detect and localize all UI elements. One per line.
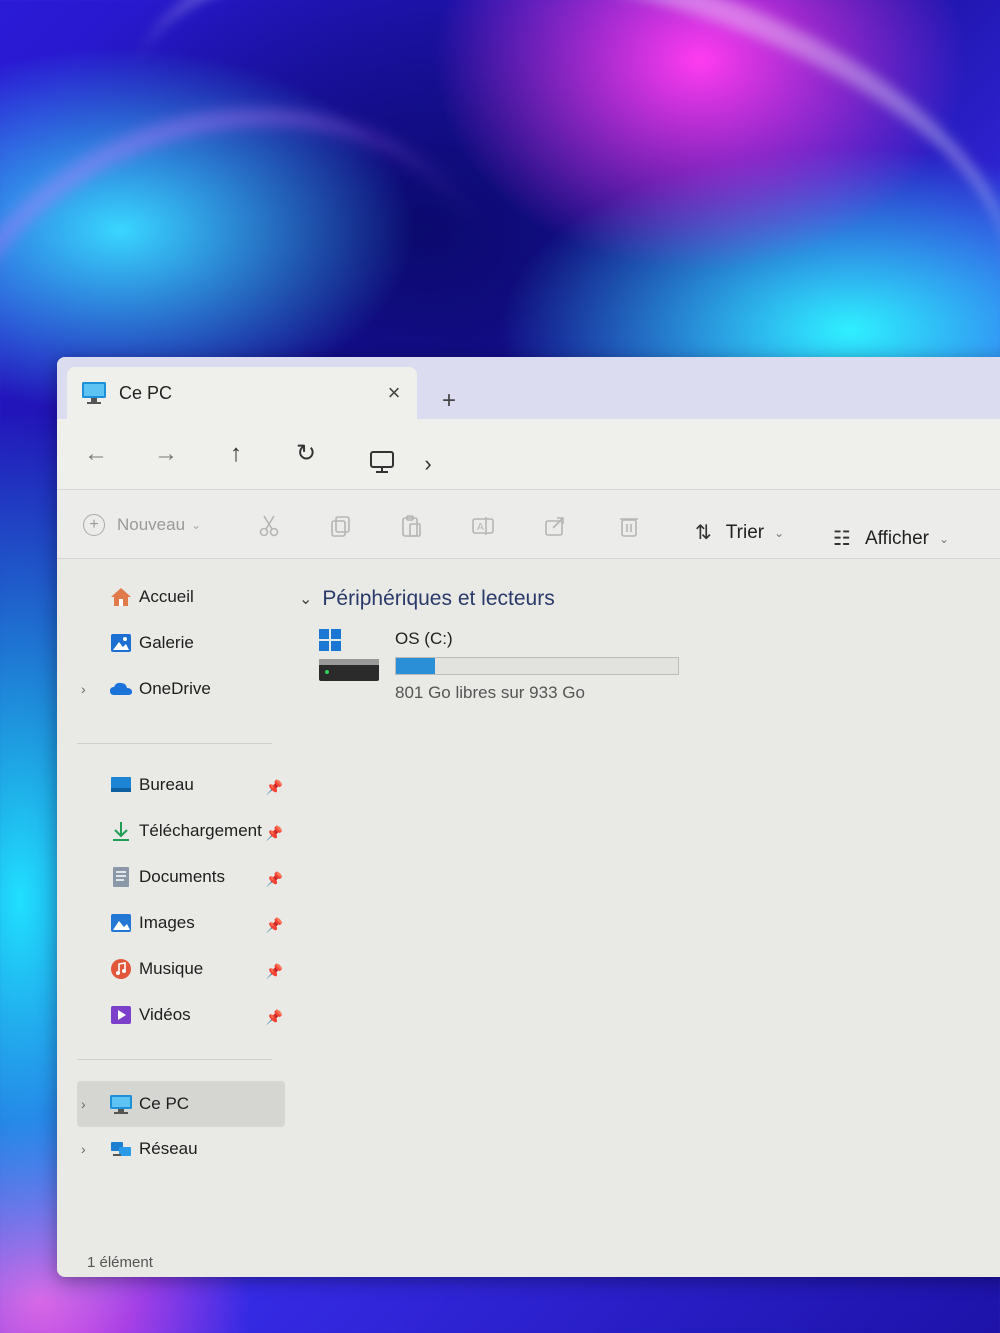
tab-title: Ce PC <box>119 382 173 403</box>
view-label: Afficher <box>864 527 930 549</box>
sidebar-item-label: Bureau <box>139 775 194 794</box>
sidebar-item-reseau[interactable]: › Réseau <box>77 1129 285 1169</box>
sort-icon: ⇅ <box>695 522 712 544</box>
cut-icon[interactable] <box>257 514 281 538</box>
monitor-icon[interactable] <box>369 449 395 475</box>
sidebar-item-images[interactable]: Images 📌 <box>77 903 285 943</box>
sidebar-item-label: Accueil <box>139 587 194 606</box>
chevron-down-icon: ⌄ <box>939 531 950 546</box>
navigation-pane: Accueil Galerie › OneDrive Bureau 📌 Télé… <box>57 559 287 1237</box>
drive-usage-bar <box>395 657 679 675</box>
up-button[interactable]: ↑ <box>221 439 251 469</box>
chevron-down-icon: ⌄ <box>774 525 785 540</box>
item-count: 1 élément <box>87 1254 153 1271</box>
view-button[interactable]: ☷ Afficher ⌄ <box>833 526 949 551</box>
breadcrumb-chevron[interactable]: › <box>413 449 443 479</box>
chevron-right-icon[interactable]: › <box>81 1096 86 1112</box>
sidebar-item-label: OneDrive <box>139 679 211 698</box>
file-explorer-window: Ce PC × + ← → ↑ ↻ › + Nouveau ⌄ A ⇅ Trie… <box>57 357 1000 1277</box>
drive-usage-fill <box>396 658 436 674</box>
view-layout-icon: ☷ <box>833 528 851 550</box>
tab-bar: Ce PC × + <box>57 357 1000 419</box>
plus-icon: + <box>83 514 105 536</box>
computer-icon <box>82 382 106 404</box>
delete-icon[interactable] <box>617 514 641 538</box>
sidebar-item-galerie[interactable]: Galerie <box>77 623 285 663</box>
paste-icon[interactable] <box>399 514 423 538</box>
back-button[interactable]: ← <box>81 439 111 469</box>
pin-icon[interactable]: 📌 <box>266 917 283 934</box>
new-label: Nouveau <box>117 515 186 534</box>
command-bar: + Nouveau ⌄ A ⇅ Trier ⌄ ☷ Afficher ⌄ <box>57 490 1000 559</box>
sidebar-item-documents[interactable]: Documents 📌 <box>77 857 285 897</box>
sidebar-item-label: Vidéos <box>139 1005 191 1024</box>
pin-icon[interactable]: 📌 <box>266 871 283 888</box>
refresh-button[interactable]: ↻ <box>291 439 321 469</box>
drive-name: OS (C:) <box>395 629 453 648</box>
sidebar-item-onedrive[interactable]: › OneDrive <box>77 669 285 709</box>
cloud-icon <box>110 682 132 695</box>
video-icon <box>111 1006 131 1024</box>
chevron-right-icon[interactable]: › <box>81 1141 86 1157</box>
drive-free-space: 801 Go libres sur 933 Go <box>395 683 585 702</box>
document-icon <box>113 867 129 887</box>
sidebar-item-label: Musique <box>139 959 204 978</box>
pin-icon[interactable]: 📌 <box>266 779 283 796</box>
sidebar-divider <box>77 1059 272 1060</box>
sidebar-item-label: Réseau <box>139 1139 198 1158</box>
sidebar-item-label: Ce PC <box>139 1094 190 1113</box>
tab-this-pc[interactable]: Ce PC × <box>67 367 417 419</box>
image-icon <box>111 914 131 932</box>
computer-icon <box>110 1095 132 1114</box>
sidebar-item-ce-pc[interactable]: › Ce PC <box>77 1081 285 1127</box>
network-icon <box>111 1142 131 1156</box>
sidebar-divider <box>77 743 272 744</box>
sidebar-item-label: Galerie <box>139 633 194 652</box>
sidebar-item-label: Images <box>139 913 195 932</box>
sidebar-item-telechargement[interactable]: Téléchargement 📌 <box>77 811 285 851</box>
close-tab-button[interactable]: × <box>379 380 409 406</box>
forward-button[interactable]: → <box>151 439 181 469</box>
sort-label: Trier <box>725 521 765 543</box>
chevron-down-icon: ⌄ <box>191 518 202 532</box>
pin-icon[interactable]: 📌 <box>266 963 283 980</box>
share-icon[interactable] <box>543 514 567 538</box>
group-title: Périphériques et lecteurs <box>322 587 555 610</box>
pin-icon[interactable]: 📌 <box>266 1009 283 1026</box>
navigation-bar: ← → ↑ ↻ › <box>57 419 1000 490</box>
chevron-right-icon[interactable]: › <box>81 681 86 697</box>
music-icon <box>111 959 131 979</box>
sort-button[interactable]: ⇅ Trier ⌄ <box>695 520 784 545</box>
gallery-icon <box>111 634 131 652</box>
desktop-icon <box>111 777 131 792</box>
svg-text:A: A <box>477 522 484 533</box>
home-icon <box>111 588 131 606</box>
sidebar-item-videos[interactable]: Vidéos 📌 <box>77 995 285 1035</box>
drive-os-c[interactable]: OS (C:) 801 Go libres sur 933 Go <box>317 621 687 711</box>
new-tab-button[interactable]: + <box>442 387 456 415</box>
sidebar-item-bureau[interactable]: Bureau 📌 <box>77 765 285 805</box>
rename-icon[interactable]: A <box>471 514 495 538</box>
content-pane: ⌄ Périphériques et lecteurs OS (C:) 801 … <box>297 559 1000 1237</box>
copy-icon[interactable] <box>329 514 353 538</box>
group-header-devices[interactable]: ⌄ Périphériques et lecteurs <box>299 587 555 611</box>
sidebar-item-label: Documents <box>139 867 225 886</box>
chevron-down-icon: ⌄ <box>299 591 313 608</box>
drive-icon <box>319 629 379 681</box>
sidebar-item-accueil[interactable]: Accueil <box>77 577 285 617</box>
sidebar-item-label: Téléchargement <box>139 821 262 840</box>
sidebar-item-musique[interactable]: Musique 📌 <box>77 949 285 989</box>
new-button[interactable]: + Nouveau ⌄ <box>83 514 201 536</box>
pin-icon[interactable]: 📌 <box>266 825 283 842</box>
download-icon <box>113 822 129 841</box>
